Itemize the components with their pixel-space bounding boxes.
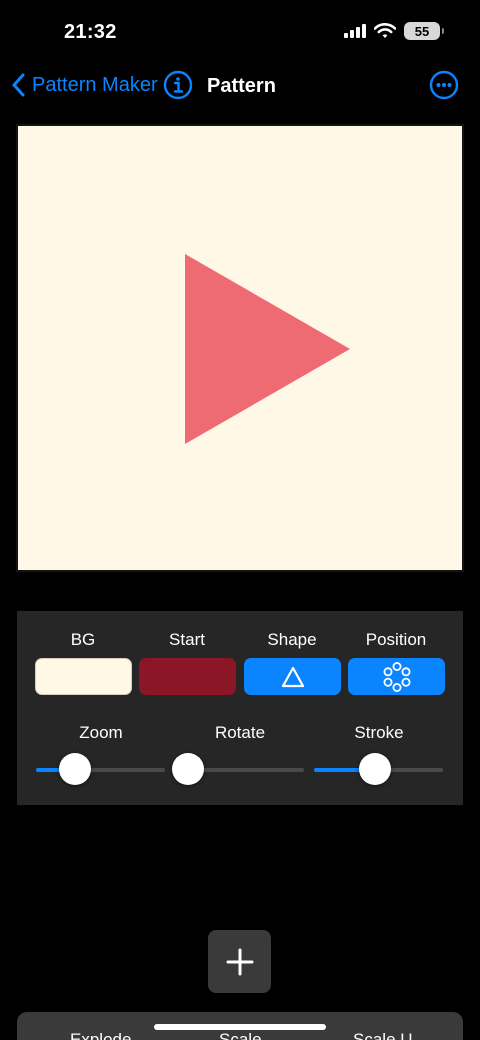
circle-ring-icon bbox=[383, 661, 410, 692]
pattern-canvas[interactable] bbox=[16, 124, 464, 572]
shape-button[interactable] bbox=[244, 658, 341, 695]
shape-label: Shape bbox=[267, 630, 317, 649]
home-indicator bbox=[154, 1024, 326, 1030]
status-time: 21:32 bbox=[64, 21, 117, 43]
position-button[interactable] bbox=[348, 658, 445, 695]
more-options-icon[interactable] bbox=[429, 70, 459, 100]
plus-icon bbox=[226, 948, 253, 975]
tab-scale-u[interactable]: Scale U bbox=[353, 1030, 413, 1040]
status-icons: 55 bbox=[344, 22, 444, 40]
rotate-label: Rotate bbox=[214, 723, 266, 742]
info-icon[interactable] bbox=[163, 70, 193, 100]
control-panel: BG Start Shape Position Zoom Rotate Stro… bbox=[17, 611, 463, 805]
chevron-left-icon bbox=[12, 73, 25, 97]
battery-level: 55 bbox=[414, 23, 430, 39]
back-button[interactable]: Pattern Maker bbox=[12, 68, 158, 102]
start-color-swatch[interactable] bbox=[139, 658, 236, 695]
pattern-preview bbox=[185, 254, 350, 444]
stroke-slider-thumb[interactable] bbox=[358, 753, 391, 785]
zoom-slider-track[interactable] bbox=[36, 768, 165, 772]
stroke-label: Stroke bbox=[354, 723, 404, 742]
triangle-shape bbox=[185, 254, 350, 444]
rotate-slider-thumb[interactable] bbox=[171, 753, 204, 785]
cellular-signal-icon bbox=[344, 24, 366, 38]
wifi-icon bbox=[374, 23, 396, 38]
nav-bar: Pattern Maker Pattern bbox=[0, 64, 480, 106]
position-label: Position bbox=[365, 630, 427, 649]
zoom-label: Zoom bbox=[79, 723, 123, 742]
bg-color-swatch[interactable] bbox=[35, 658, 132, 695]
bg-label: BG bbox=[70, 630, 96, 649]
triangle-outline-icon bbox=[281, 666, 304, 687]
tab-scale[interactable]: Scale bbox=[219, 1030, 262, 1040]
battery-icon: 55 bbox=[404, 22, 444, 40]
add-button[interactable] bbox=[208, 930, 271, 993]
start-label: Start bbox=[169, 630, 205, 649]
tab-explode[interactable]: Explode bbox=[70, 1030, 131, 1040]
page-title: Pattern bbox=[207, 75, 276, 97]
back-label: Pattern Maker bbox=[32, 73, 158, 96]
zoom-slider-thumb[interactable] bbox=[58, 753, 91, 785]
